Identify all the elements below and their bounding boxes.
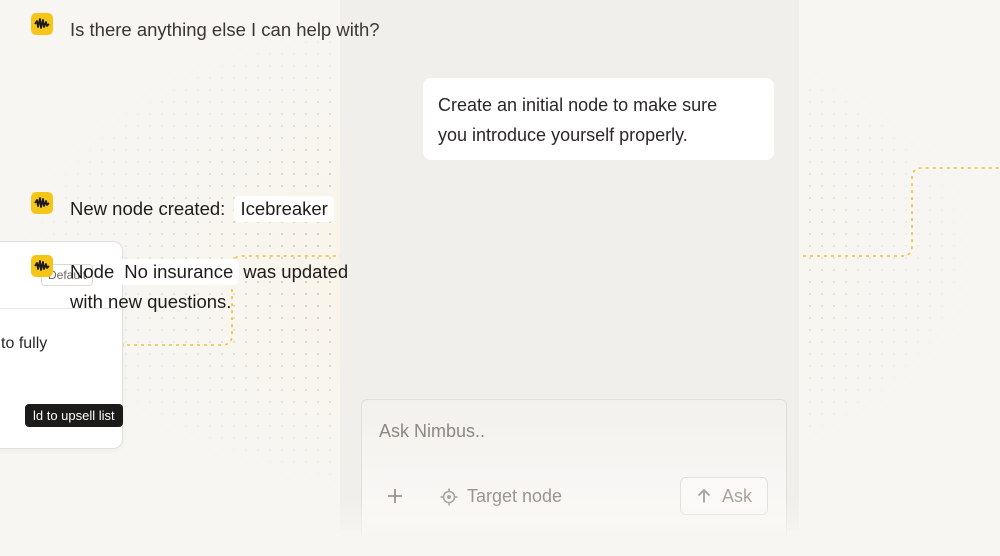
node-chip-icebreaker[interactable]: Icebreaker bbox=[234, 196, 334, 222]
ask-input[interactable]: Ask Nimbus.. bbox=[379, 421, 485, 442]
user-message-line: Create an initial node to make sure bbox=[438, 95, 718, 115]
assistant-message: Node No insurance was updated with new que… bbox=[31, 255, 349, 317]
message-text: New node created: bbox=[70, 198, 226, 219]
message-text: was updated bbox=[243, 261, 349, 282]
nimbus-logo-icon bbox=[31, 255, 53, 277]
node-chip-no-insurance[interactable]: No insurance bbox=[118, 259, 240, 285]
connector-right bbox=[796, 167, 1000, 257]
bottom-fade bbox=[0, 500, 1000, 556]
message-text: with new questions. bbox=[70, 291, 232, 312]
message-text: Is there anything else I can help with? bbox=[70, 19, 380, 40]
user-message-line: you introduce yourself properly. bbox=[438, 125, 688, 145]
nimbus-logo-icon bbox=[31, 192, 53, 214]
user-message: Create an initial node to make sure you … bbox=[423, 78, 774, 160]
message-text: Node bbox=[70, 261, 115, 282]
node-card-text: ough to fully bbox=[0, 335, 48, 352]
assistant-message: Is there anything else I can help with? bbox=[31, 13, 380, 45]
nimbus-logo-icon bbox=[31, 13, 53, 35]
assistant-message: New node created: Icebreaker bbox=[31, 192, 338, 224]
upsell-list-tag[interactable]: ld to upsell list bbox=[25, 404, 123, 427]
